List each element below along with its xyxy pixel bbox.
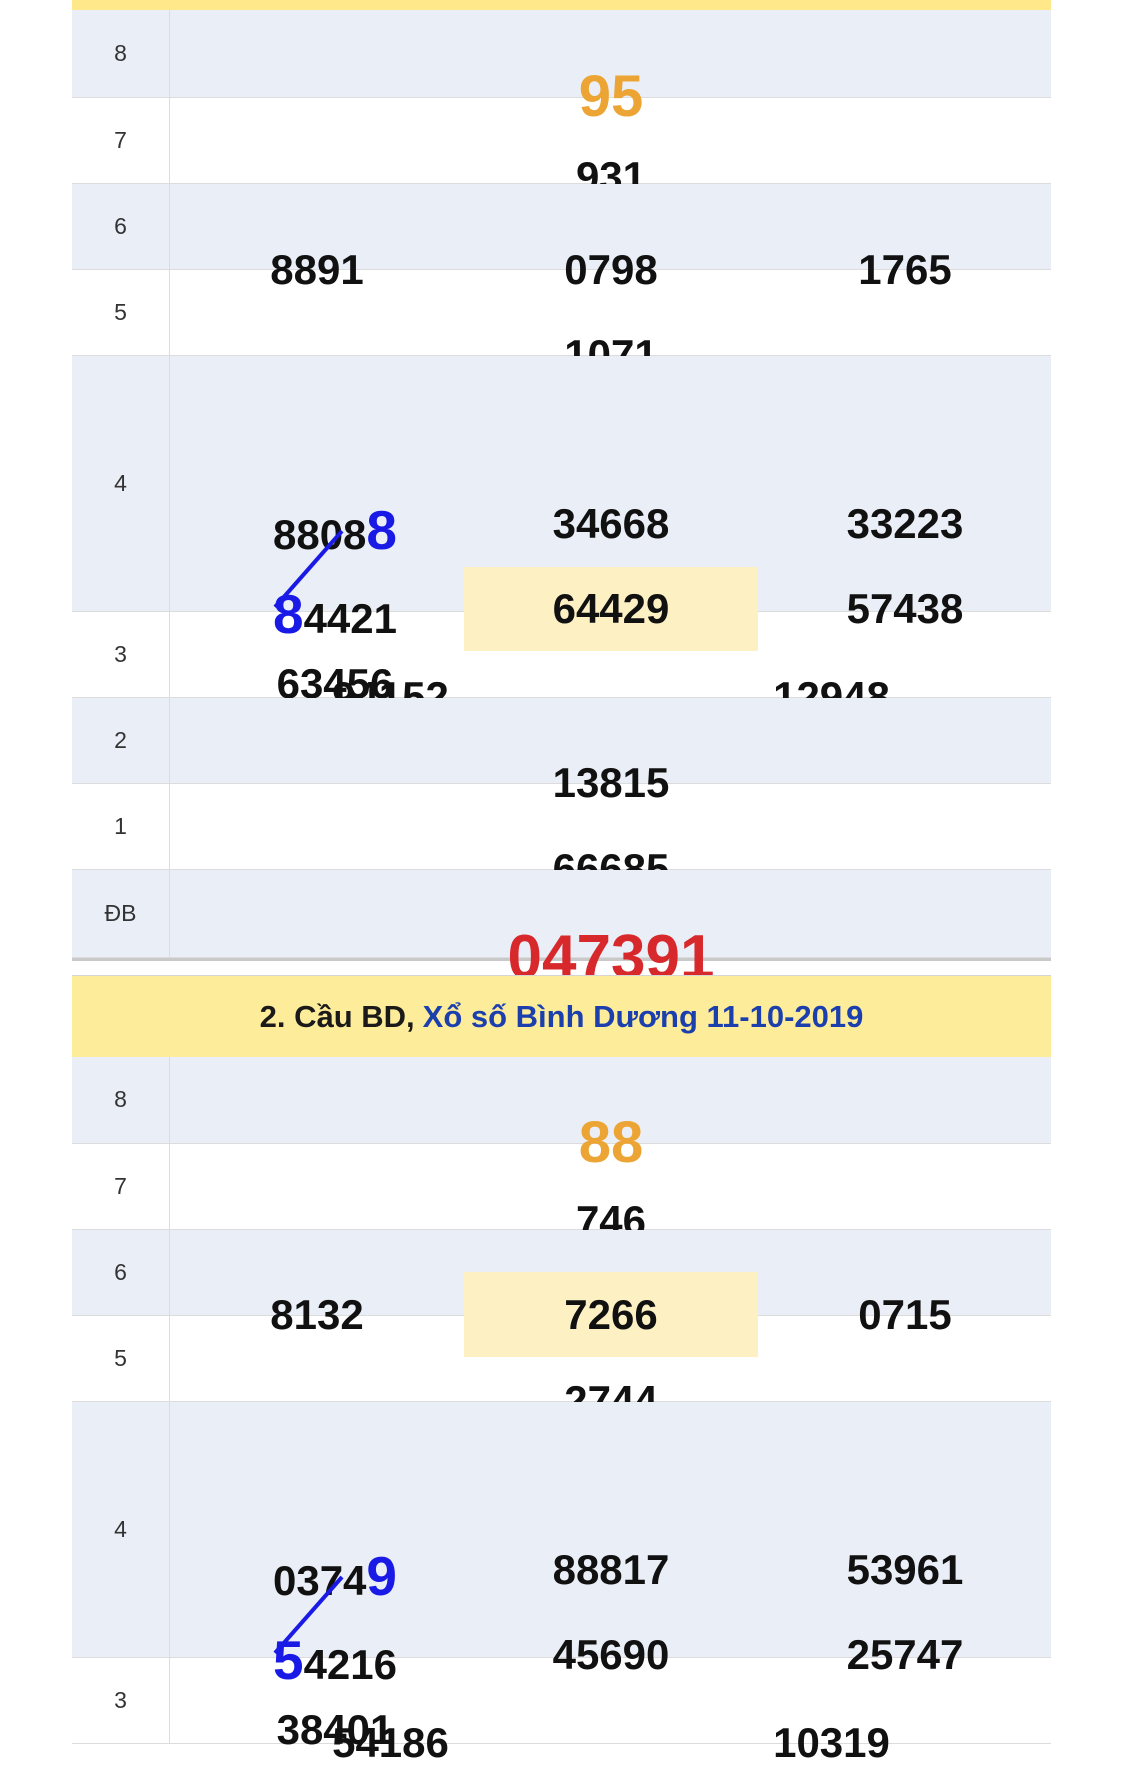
caption-link[interactable]: Xổ số Bình Dương 11-10-2019 [423,999,864,1035]
prize-label: 2 [72,697,170,784]
prize-label: 8 [72,1057,170,1144]
prize-row-3: 3 54186 10319 [72,1657,1051,1764]
prize-4-value: 88088 [188,503,482,558]
prize-4-value: 88817 [552,1546,670,1593]
prize-3-value: 54186 [332,1719,449,1766]
prize-label: 7 [72,97,170,184]
prize-row-3: 3 94152 12948 [72,611,1051,718]
number-prefix: 8808 [272,511,367,558]
prize-row-4: 4 03749 54216 38401 88817 45690 53961 25… [72,1401,1051,1751]
prize-label: ĐB [72,869,170,958]
pair-digit: 8 [366,499,398,561]
prize-label: 8 [72,10,170,98]
prize-4-value: 34668 [552,500,670,547]
prize-4-value: 53961 [846,1546,964,1593]
prize-row-8: 8 88 [72,1057,1051,1171]
prize-label: 5 [72,269,170,356]
prize-row-special: ĐB 047391 [72,869,1051,989]
prize-4-value: 03749 [188,1549,482,1604]
prize-label: 4 [72,1401,170,1658]
number-prefix: 0374 [272,1557,367,1604]
prize-label: 4 [72,355,170,612]
table-caption: 2. Cầu BD, Xổ số Bình Dương 11-10-2019 [72,975,1051,1057]
prize-label: 6 [72,183,170,270]
caption-prefix: 2. Cầu BD, [259,998,415,1034]
prize-row-4: 4 88088 84421 63456 34668 64429 33223 57… [72,355,1051,705]
prize-4-value: 33223 [846,500,964,547]
prize-label: 6 [72,1229,170,1316]
prize-row-2: 2 13815 [72,697,1051,804]
prize-label: 7 [72,1143,170,1230]
results-table: 8 88 7 746 6 8132 7266 0715 5 2744 [72,1057,1051,1764]
prize-label: 5 [72,1315,170,1402]
prize-row-6: 6 8891 0798 1765 [72,183,1051,291]
prize-label: 3 [72,1657,170,1744]
prize-3-value: 10319 [773,1719,890,1766]
prize-row-7: 7 746 [72,1143,1051,1242]
prize-row-7: 7 931 [72,97,1051,198]
lottery-table-1: 8 95 7 931 6 8891 0798 1765 5 1071 [72,0,1051,989]
prize-row-5: 5 2744 [72,1315,1051,1422]
prize-row-6: 6 8132 7266 0715 [72,1229,1051,1357]
prize-row-8: 8 95 [72,10,1051,126]
prize-label: 1 [72,783,170,870]
lottery-table-2: 2. Cầu BD, Xổ số Bình Dương 11-10-2019 8… [72,975,1051,1764]
results-table: 8 95 7 931 6 8891 0798 1765 5 1071 [72,10,1051,989]
table-top-bar [72,0,1051,10]
pair-digit: 9 [366,1545,398,1607]
prize-label: 3 [72,611,170,698]
prize-row-5: 5 1071 [72,269,1051,376]
prize-row-1: 1 66685 [72,783,1051,890]
